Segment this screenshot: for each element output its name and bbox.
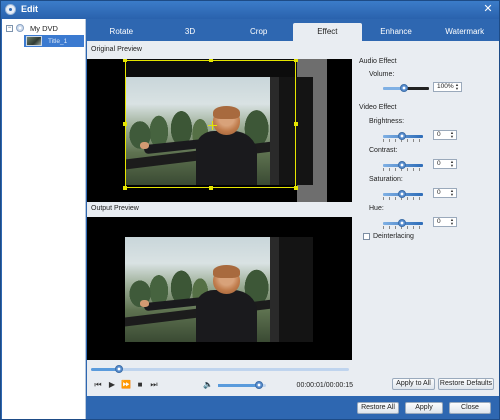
- volume-slider[interactable]: [218, 380, 266, 389]
- hue-field[interactable]: 0 ▲ ▼: [433, 217, 457, 227]
- tab-crop[interactable]: Crop: [224, 23, 293, 41]
- close-icon[interactable]: ✕: [481, 3, 495, 16]
- deinterlacing-label: Deinterlacing: [373, 233, 414, 240]
- fast-forward-icon[interactable]: ⏩: [119, 379, 133, 391]
- saturation-slider[interactable]: [383, 190, 423, 200]
- tree-item-label: Title_1: [48, 37, 68, 45]
- contrast-field[interactable]: 0 ▲ ▼: [433, 159, 457, 169]
- audio-volume-handle[interactable]: [400, 84, 408, 92]
- spinner-arrows-icon[interactable]: ▲ ▼: [449, 189, 455, 197]
- close-button[interactable]: Close: [449, 402, 491, 414]
- hue-handle[interactable]: [398, 219, 406, 227]
- tab-watermark[interactable]: Watermark: [430, 23, 499, 41]
- brightness-slider[interactable]: [383, 132, 423, 142]
- audio-volume-value: 100%: [437, 83, 454, 90]
- tree-item-title-1[interactable]: Title_1: [24, 35, 84, 47]
- hue-label: Hue:: [369, 205, 384, 212]
- output-video-frame: [125, 237, 313, 342]
- output-preview-label: Output Preview: [91, 205, 139, 212]
- playback-controls: ⏮ ▶ ⏩ ■ ⏭ 🔈 00:00:01/00:00:15: [91, 379, 353, 391]
- tab-enhance[interactable]: Enhance: [362, 23, 431, 41]
- crop-handle-bottom-left[interactable]: [123, 186, 127, 190]
- speaker-icon[interactable]: 🔈: [201, 379, 215, 391]
- bottom-button-bar: Restore All Apply Close: [87, 396, 499, 419]
- tree-root-label: My DVD: [30, 23, 58, 33]
- play-icon[interactable]: ▶: [105, 379, 119, 391]
- crop-handle-left[interactable]: [123, 122, 127, 126]
- seek-bar-handle[interactable]: [115, 365, 124, 373]
- volume-slider-handle[interactable]: [254, 380, 263, 389]
- audio-volume-slider[interactable]: [383, 84, 429, 92]
- spinner-arrows-icon[interactable]: ▲ ▼: [449, 131, 455, 139]
- saturation-handle[interactable]: [398, 190, 406, 198]
- seek-bar[interactable]: [91, 365, 349, 373]
- hue-slider[interactable]: [383, 219, 423, 229]
- brightness-label: Brightness:: [369, 118, 405, 125]
- contrast-value: 0: [437, 160, 441, 167]
- contrast-slider[interactable]: [383, 161, 423, 171]
- crop-handle-top-left[interactable]: [123, 59, 127, 62]
- tab-rotate[interactable]: Rotate: [87, 23, 156, 41]
- brightness-handle[interactable]: [398, 132, 406, 140]
- title-thumbnail: [26, 36, 42, 46]
- contrast-label: Contrast:: [369, 147, 398, 154]
- effect-content: Original Preview Output Preview ⏮ ▶ ⏩ ■ …: [87, 41, 499, 396]
- volume-slider-fill: [218, 383, 259, 387]
- tab-3d[interactable]: 3D: [156, 23, 225, 41]
- saturation-label: Saturation:: [369, 176, 403, 183]
- restore-all-button[interactable]: Restore All: [357, 402, 399, 414]
- volume-label: Volume:: [369, 71, 395, 78]
- audio-volume-field[interactable]: 100% ▲ ▼: [433, 82, 462, 92]
- brightness-value: 0: [437, 131, 441, 138]
- app-icon: [5, 4, 16, 15]
- title-bar: Edit ✕: [1, 1, 499, 19]
- hue-value: 0: [437, 218, 441, 225]
- deinterlacing-checkbox[interactable]: [363, 233, 370, 240]
- spinner-arrows-icon[interactable]: ▲ ▼: [454, 83, 460, 91]
- crop-handle-top-right[interactable]: [294, 59, 298, 62]
- original-preview: [87, 59, 352, 202]
- restore-defaults-button[interactable]: Restore Defaults: [438, 378, 494, 390]
- apply-to-all-button[interactable]: Apply to All: [392, 378, 435, 390]
- edit-window: Edit ✕ − My DVD Title_1 Rotate 3D Crop E…: [0, 0, 500, 420]
- saturation-value: 0: [437, 189, 441, 196]
- apply-button[interactable]: Apply: [405, 402, 443, 414]
- crop-center-crosshair[interactable]: [208, 121, 217, 130]
- edit-tabs: Rotate 3D Crop Effect Enhance Watermark: [87, 23, 499, 41]
- stop-icon[interactable]: ■: [133, 379, 147, 391]
- brightness-field[interactable]: 0 ▲ ▼: [433, 130, 457, 140]
- spinner-arrows-icon[interactable]: ▲ ▼: [449, 218, 455, 226]
- effect-settings-panel: Audio Effect Volume: 100% ▲ ▼ Video Effec…: [353, 41, 499, 396]
- crop-handle-bottom[interactable]: [209, 186, 213, 190]
- disc-icon: [16, 24, 24, 32]
- window-title: Edit: [21, 4, 38, 14]
- skip-forward-icon[interactable]: ⏭: [147, 379, 161, 391]
- video-effect-heading: Video Effect: [359, 104, 397, 111]
- collapse-icon[interactable]: −: [6, 24, 13, 32]
- original-preview-label: Original Preview: [91, 46, 142, 53]
- saturation-field[interactable]: 0 ▲ ▼: [433, 188, 457, 198]
- crop-handle-top[interactable]: [209, 59, 213, 62]
- crop-handle-right[interactable]: [294, 122, 298, 126]
- tab-effect[interactable]: Effect: [293, 23, 362, 41]
- crop-handle-bottom-right[interactable]: [294, 186, 298, 190]
- skip-back-icon[interactable]: ⏮: [91, 379, 105, 391]
- spinner-arrows-icon[interactable]: ▲ ▼: [449, 160, 455, 168]
- timecode: 00:00:01/00:00:15: [296, 381, 353, 389]
- tree-root-my-dvd[interactable]: − My DVD: [6, 23, 58, 33]
- audio-effect-heading: Audio Effect: [359, 58, 397, 65]
- output-preview: [87, 217, 352, 360]
- deinterlacing-option[interactable]: Deinterlacing: [363, 233, 414, 240]
- contrast-handle[interactable]: [398, 161, 406, 169]
- title-tree: − My DVD Title_1: [2, 19, 86, 419]
